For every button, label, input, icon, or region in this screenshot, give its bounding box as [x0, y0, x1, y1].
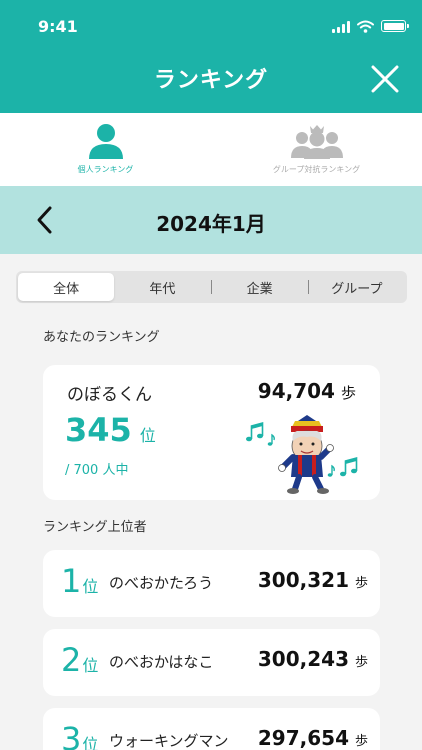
- ranker-steps-value: 300,243: [257, 647, 349, 671]
- tab-group-label: グループ対抗ランキング: [272, 165, 361, 174]
- rank-number: 2: [61, 641, 82, 679]
- close-icon[interactable]: [370, 64, 400, 94]
- ranker-name: のべおかたろう: [109, 574, 214, 592]
- ranker-steps: 300,243 歩: [258, 647, 368, 671]
- my-steps: 94,704 歩: [258, 379, 356, 403]
- category-segmented-control: 全体 年代 企業 グループ: [16, 271, 407, 303]
- ranking-type-tabs: 個人ランキング グループ対抗ランキング: [0, 113, 422, 186]
- group-icon: [290, 125, 343, 159]
- ranking-row: 3位 ウォーキングマン 297,654 歩: [43, 708, 380, 750]
- tab-group-ranking[interactable]: グループ対抗ランキング: [211, 113, 422, 186]
- rank-unit: 位: [82, 656, 99, 675]
- rank-unit: 位: [82, 735, 99, 750]
- my-steps-value: 94,704: [257, 379, 335, 403]
- my-rank-value: 345: [65, 411, 132, 449]
- mascot-character: [278, 415, 334, 494]
- rank-position: 3位: [61, 720, 98, 750]
- rank-number: 3: [61, 720, 82, 750]
- my-rank-unit: 位: [139, 426, 156, 445]
- rank-unit: 位: [82, 577, 99, 596]
- my-rank: 345 位: [65, 411, 156, 449]
- my-total-participants: / 700 人中: [65, 463, 129, 478]
- ranker-steps-unit: 歩: [354, 734, 368, 749]
- wifi-icon: [357, 20, 374, 33]
- my-steps-unit: 歩: [340, 384, 356, 402]
- ranker-name: のべおかはなこ: [109, 653, 214, 671]
- my-ranking-card: のぼるくん 94,704 歩 345 位 / 700 人中: [43, 365, 380, 500]
- segment-age[interactable]: 年代: [114, 273, 210, 301]
- ranker-steps: 297,654 歩: [258, 726, 368, 750]
- person-icon: [88, 124, 123, 159]
- cellular-signal-icon: [332, 20, 350, 33]
- tab-individual-ranking[interactable]: 個人ランキング: [0, 113, 211, 186]
- ranker-name: ウォーキングマン: [109, 732, 229, 750]
- battery-icon: [381, 20, 409, 32]
- mascot-illustration: [246, 415, 358, 494]
- ranking-row: 2位 のべおかはなこ 300,243 歩: [43, 629, 380, 696]
- segment-company[interactable]: 企業: [212, 273, 308, 301]
- my-ranking-heading: あなたのランキング: [43, 330, 160, 345]
- rank-position: 1位: [61, 562, 98, 600]
- my-name: のぼるくん: [67, 385, 152, 405]
- rank-number: 1: [61, 562, 82, 600]
- ranker-steps-value: 300,321: [257, 568, 349, 592]
- ranker-steps-unit: 歩: [354, 655, 368, 670]
- ranker-steps: 300,321 歩: [258, 568, 368, 592]
- status-icons: [332, 17, 409, 35]
- ranking-row: 1位 のべおかたろう 300,321 歩: [43, 550, 380, 617]
- page-title: ランキング: [153, 68, 269, 93]
- status-time: 9:41: [38, 17, 78, 36]
- segment-group[interactable]: グループ: [309, 273, 405, 301]
- rank-position: 2位: [61, 641, 98, 679]
- month-label: 2024年1月: [156, 212, 266, 236]
- header: 9:41 ランキング: [0, 0, 422, 113]
- tab-individual-label: 個人ランキング: [77, 165, 134, 174]
- top-rankers-heading: ランキング上位者: [43, 520, 147, 535]
- month-selector: 2024年1月: [0, 186, 422, 254]
- ranker-steps-value: 297,654: [257, 726, 349, 750]
- ranker-steps-unit: 歩: [354, 576, 368, 591]
- segment-all[interactable]: 全体: [18, 273, 115, 301]
